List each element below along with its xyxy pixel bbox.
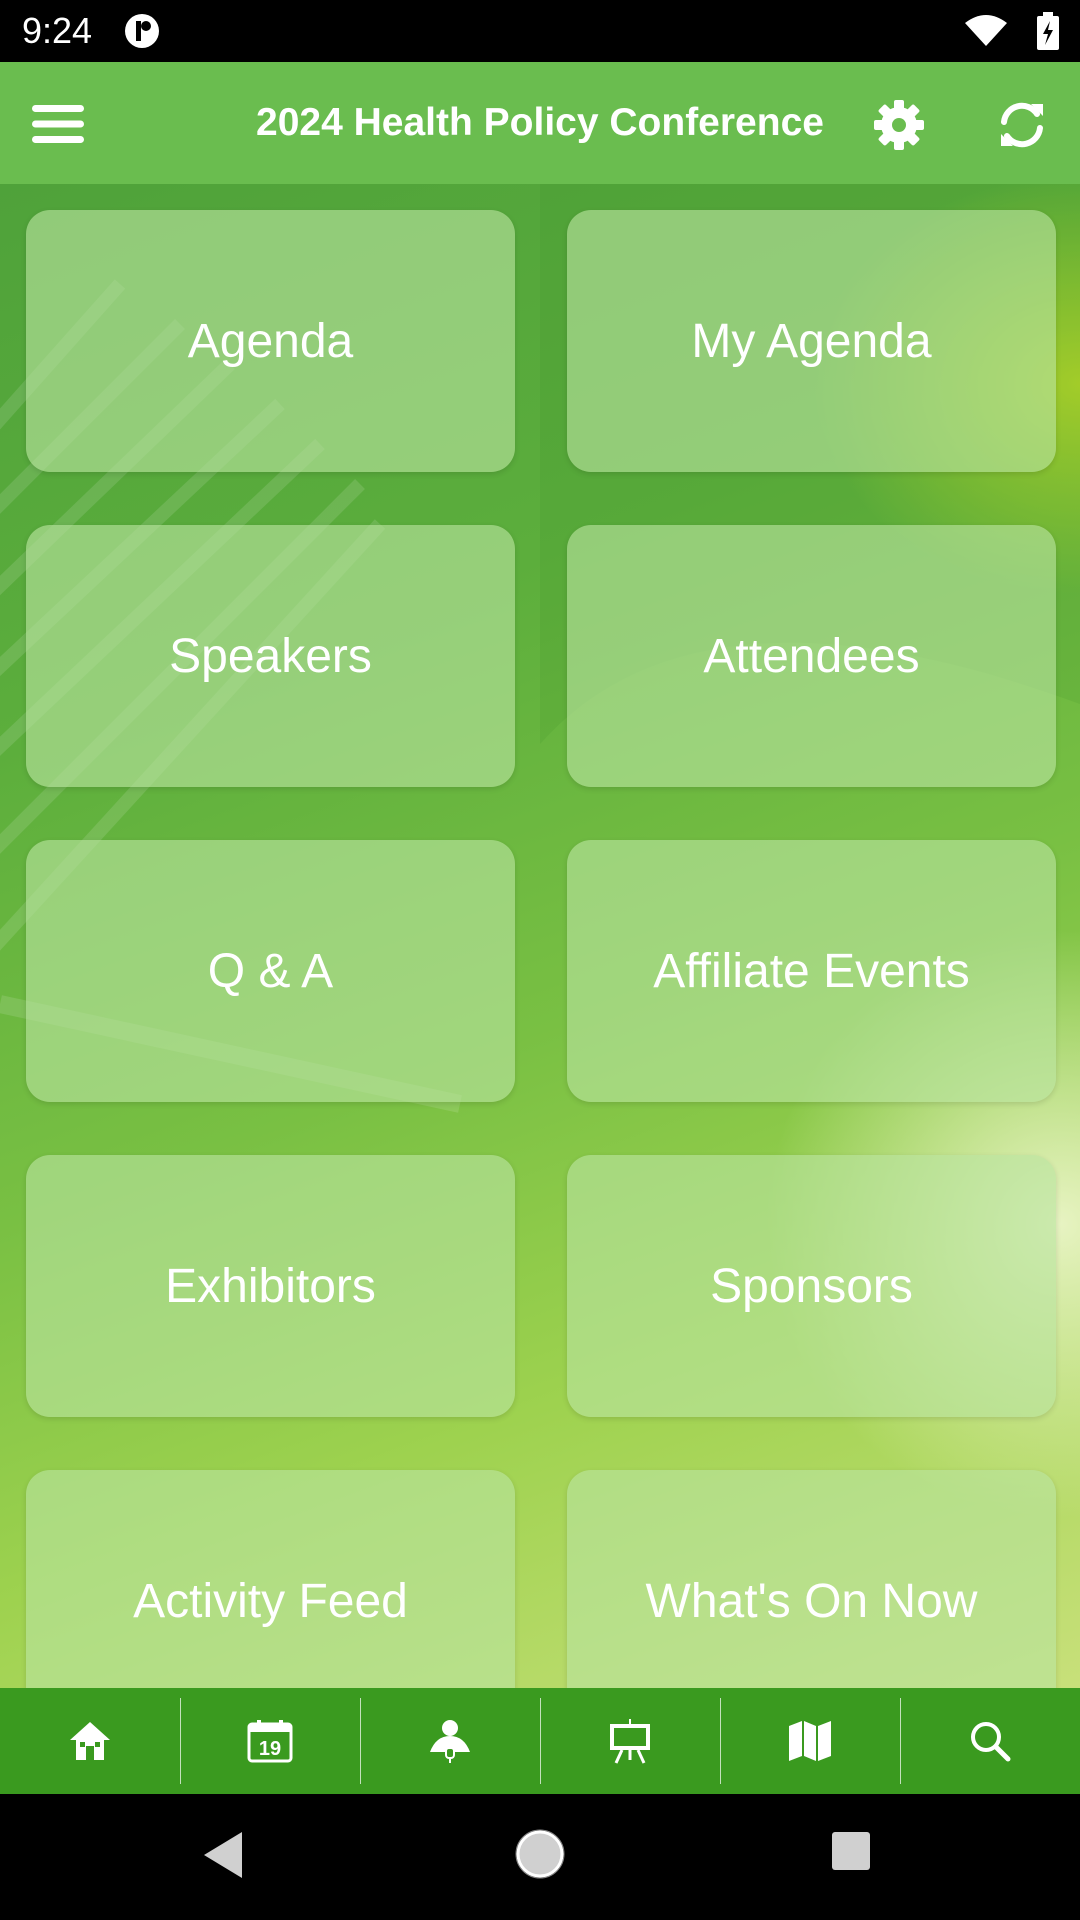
tile-label: Speakers — [169, 629, 372, 683]
tile-whats-on-now[interactable]: What's On Now — [567, 1470, 1056, 1688]
tile-label: Activity Feed — [133, 1574, 408, 1628]
tile-label: Affiliate Events — [653, 944, 970, 998]
tile-exhibitors[interactable]: Exhibitors — [26, 1155, 515, 1417]
status-time: 9:24 — [22, 10, 93, 51]
hamburger-menu-icon — [32, 105, 84, 143]
refresh-icon[interactable] — [995, 98, 1049, 152]
page-title: 2024 Health Policy Conference — [256, 101, 824, 144]
nav-speakers[interactable] — [360, 1688, 540, 1794]
tile-label: Sponsors — [710, 1259, 913, 1313]
status-bar: 9:24 — [0, 0, 1080, 62]
wifi-icon — [965, 15, 1007, 46]
bottom-nav: 19 — [0, 1688, 1080, 1794]
app-bar: 2024 Health Policy Conference — [0, 62, 1080, 184]
tile-label: Attendees — [703, 629, 920, 683]
presentation-easel-icon — [610, 1719, 650, 1764]
gear-icon[interactable] — [872, 98, 926, 152]
menu-button[interactable] — [22, 92, 94, 156]
app-notification-icon — [125, 14, 159, 48]
nav-home[interactable] — [0, 1688, 180, 1794]
battery-icon — [1037, 12, 1059, 50]
system-nav-bar — [0, 1794, 1080, 1920]
map-icon — [789, 1721, 831, 1761]
calendar-day-text: 19 — [259, 1738, 281, 1760]
calendar-icon: 19 — [247, 1720, 293, 1763]
nav-search[interactable] — [900, 1688, 1080, 1794]
search-icon — [971, 1722, 1011, 1762]
speaker-icon — [430, 1720, 470, 1763]
tile-q-and-a[interactable]: Q & A — [26, 840, 515, 1102]
home-grid[interactable]: Agenda My Agenda Speakers Attendees Q & … — [0, 184, 1080, 1688]
nav-map[interactable] — [720, 1688, 900, 1794]
recents-icon[interactable] — [830, 1830, 872, 1872]
tile-attendees[interactable]: Attendees — [567, 525, 1056, 787]
back-icon[interactable] — [200, 1830, 246, 1880]
tile-affiliate-events[interactable]: Affiliate Events — [567, 840, 1056, 1102]
home-circle-icon[interactable] — [514, 1828, 566, 1880]
tile-label: My Agenda — [691, 314, 932, 368]
home-icon — [70, 1722, 110, 1760]
tile-speakers[interactable]: Speakers — [26, 525, 515, 787]
tile-label: Q & A — [207, 944, 334, 998]
tile-sponsors[interactable]: Sponsors — [567, 1155, 1056, 1417]
tile-my-agenda[interactable]: My Agenda — [567, 210, 1056, 472]
nav-calendar[interactable]: 19 — [180, 1688, 360, 1794]
tile-label: Agenda — [187, 314, 354, 368]
tile-label: Exhibitors — [165, 1259, 376, 1313]
tile-agenda[interactable]: Agenda — [26, 210, 515, 472]
tile-label: What's On Now — [645, 1574, 978, 1628]
tile-activity-feed[interactable]: Activity Feed — [26, 1470, 515, 1688]
nav-sessions[interactable] — [540, 1688, 720, 1794]
